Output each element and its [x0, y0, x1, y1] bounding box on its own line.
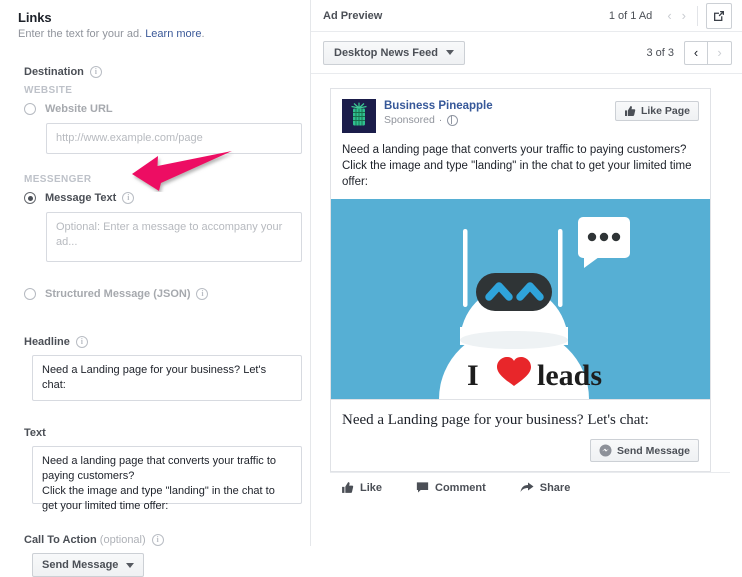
open-in-new-window-button[interactable] — [706, 2, 732, 29]
header-divider — [697, 5, 698, 26]
website-url-label: Website URL — [45, 103, 113, 115]
cta-dropdown[interactable]: Send Message — [32, 553, 145, 577]
cta-dropdown-value: Send Message — [42, 559, 119, 571]
ad-card: Business Pineapple Sponsored · Like Page — [330, 88, 711, 472]
messenger-icon — [599, 444, 612, 457]
page-title: Links — [18, 10, 52, 25]
learn-more-link[interactable]: Learn more — [145, 28, 201, 40]
preview-header: Ad Preview 1 of 1 Ad ‹ › — [311, 0, 742, 32]
website-url-radio-row[interactable]: Website URL — [24, 103, 294, 115]
like-action-button[interactable]: Like — [341, 481, 382, 494]
ad-text-input[interactable]: Need a landing page that converts your t… — [32, 446, 302, 512]
comment-action-label: Comment — [435, 481, 486, 494]
cta-label-row: Call To Action (optional) i — [24, 534, 294, 546]
placement-dropdown[interactable]: Desktop News Feed — [323, 40, 465, 65]
caption-word: leads — [537, 359, 602, 392]
ad-body-text: Need a landing page that converts your t… — [331, 133, 710, 199]
share-action-label: Share — [539, 481, 571, 494]
messenger-group-header: MESSENGER — [24, 174, 92, 185]
destination-label-row: Destination i — [24, 66, 294, 78]
avatar[interactable] — [342, 99, 376, 133]
send-message-button[interactable]: Send Message — [590, 439, 699, 462]
structured-message-label: Structured Message (JSON) i — [45, 288, 209, 300]
placement-dropdown-value: Desktop News Feed — [334, 46, 438, 59]
variation-prev-button[interactable]: ‹ — [684, 40, 708, 65]
info-icon[interactable]: i — [89, 66, 102, 78]
message-text-radio[interactable] — [24, 192, 36, 204]
links-form-panel: Links Enter the text for your ad. Learn … — [0, 0, 310, 577]
structured-message-radio-row[interactable]: Structured Message (JSON) i — [24, 288, 294, 300]
structured-message-label-text: Structured Message (JSON) — [45, 288, 191, 300]
ad-header: Business Pineapple Sponsored · Like Page — [331, 89, 710, 133]
ad-body-line-2: Click the image and type "landing" in th… — [342, 160, 692, 188]
info-icon[interactable]: i — [122, 192, 135, 204]
like-page-button[interactable]: Like Page — [614, 101, 699, 121]
robot-illustration: I leads — [331, 199, 710, 399]
ad-cta-section: Need a Landing page for your business? L… — [331, 399, 710, 471]
headline-input[interactable]: Need a Landing page for your business? L… — [32, 355, 302, 401]
sponsored-row: Sponsored · — [384, 114, 615, 126]
destination-label: Destination — [24, 66, 84, 78]
headline-label-row: Headline i — [24, 336, 294, 348]
message-text-radio-row[interactable]: Message Text i — [24, 192, 294, 204]
ad-headline: Need a Landing page for your business? L… — [342, 412, 649, 428]
caption-i: I — [467, 359, 479, 392]
variation-next-button[interactable]: › — [708, 40, 732, 65]
page-name-link[interactable]: Business Pineapple — [384, 99, 615, 113]
like-action-label: Like — [360, 481, 383, 494]
headline-label: Headline — [24, 336, 70, 348]
preview-placement-bar: Desktop News Feed 3 of 3 ‹ › — [311, 32, 742, 74]
ad-preview-panel: Ad Preview 1 of 1 Ad ‹ › Desktop News Fe… — [310, 0, 742, 546]
subtitle-period: . — [201, 28, 205, 40]
thumbs-up-icon — [624, 106, 636, 116]
cta-optional-label: (optional) — [99, 534, 146, 546]
like-page-label: Like Page — [640, 105, 690, 117]
structured-message-radio[interactable] — [24, 288, 36, 300]
ad-count-label: 1 of 1 Ad — [608, 9, 653, 22]
share-arrow-icon — [520, 482, 534, 492]
message-text-input[interactable]: Optional: Enter a message to accompany y… — [46, 212, 302, 262]
page-subtitle: Enter the text for your ad. Learn more. — [18, 28, 294, 40]
dot-separator: · — [438, 114, 443, 126]
chevron-down-icon — [126, 562, 135, 568]
text-label: Text — [24, 427, 46, 439]
info-icon[interactable]: i — [151, 534, 164, 546]
ad-identity: Business Pineapple Sponsored · — [384, 99, 615, 133]
message-text-label-text: Message Text — [45, 192, 117, 204]
comment-action-button[interactable]: Comment — [416, 481, 486, 494]
website-group-header: WEBSITE — [24, 85, 73, 96]
ad-card-wrapper: Business Pineapple Sponsored · Like Page — [311, 74, 742, 502]
share-action-button[interactable]: Share — [520, 481, 571, 494]
message-text-label: Message Text i — [45, 192, 135, 204]
preview-prev-ad-button[interactable]: ‹ — [662, 9, 676, 22]
preview-next-ad-button[interactable]: › — [677, 9, 691, 22]
preview-title: Ad Preview — [323, 9, 383, 22]
ad-creative-image[interactable]: I leads — [331, 199, 710, 399]
info-icon[interactable]: i — [75, 336, 88, 348]
website-url-input[interactable]: http://www.example.com/page — [46, 123, 302, 154]
page-subtitle-text: Enter the text for your ad. — [18, 28, 143, 40]
ad-actions-bar: Like Comment Share — [330, 472, 730, 502]
destination-section: Destination i WEBSITE Website URL http:/… — [18, 66, 302, 577]
thumbs-up-icon — [342, 482, 354, 493]
ad-body-line-1: Need a landing page that converts your t… — [342, 144, 687, 156]
sponsored-label: Sponsored — [384, 114, 435, 126]
external-link-icon — [714, 10, 724, 21]
chevron-down-icon — [445, 50, 454, 55]
send-message-label: Send Message — [617, 444, 690, 457]
comment-icon — [416, 482, 429, 493]
website-url-radio[interactable] — [24, 103, 36, 115]
text-label-row: Text — [24, 427, 294, 439]
info-icon[interactable]: i — [196, 288, 209, 300]
globe-icon — [447, 114, 459, 126]
ads-manager-links-screen: Links Enter the text for your ad. Learn … — [0, 0, 742, 577]
variation-count-label: 3 of 3 — [646, 46, 674, 59]
pineapple-icon — [351, 102, 367, 126]
cta-label: Call To Action — [24, 534, 97, 546]
